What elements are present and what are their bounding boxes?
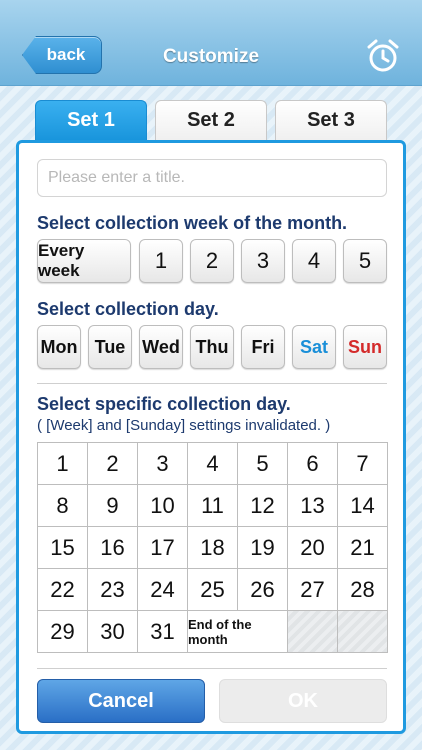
alarm-clock-icon[interactable] (366, 38, 400, 74)
tab-set-2[interactable]: Set 2 (155, 100, 267, 140)
calendar-day-cell[interactable]: 1 (38, 443, 88, 485)
day-mon-button[interactable]: Mon (37, 325, 81, 369)
calendar-day-cell[interactable]: 8 (38, 485, 88, 527)
calendar-day-cell[interactable]: 3 (138, 443, 188, 485)
calendar-day-cell[interactable]: 24 (138, 569, 188, 611)
nav-bar: back Customize (0, 0, 422, 86)
week-every-button[interactable]: Every week (37, 239, 131, 283)
calendar-day-cell[interactable]: 17 (138, 527, 188, 569)
cancel-button[interactable]: Cancel (37, 679, 205, 723)
calendar-day-cell[interactable]: 26 (238, 569, 288, 611)
calendar-day-cell[interactable]: 25 (188, 569, 238, 611)
week-3-button[interactable]: 3 (241, 239, 285, 283)
calendar-day-cell[interactable]: 10 (138, 485, 188, 527)
calendar-day-cell[interactable]: 5 (238, 443, 288, 485)
calendar-day-cell[interactable]: 30 (88, 611, 138, 653)
specific-section-note: ( [Week] and [Sunday] settings invalidat… (37, 417, 331, 434)
day-tue-button[interactable]: Tue (88, 325, 132, 369)
calendar-day-cell[interactable]: 31 (138, 611, 188, 653)
week-1-button[interactable]: 1 (139, 239, 183, 283)
divider (37, 383, 387, 384)
calendar-day-cell[interactable]: 28 (338, 569, 388, 611)
page-title: Customize (162, 46, 260, 67)
calendar-grid: 1 2 3 4 5 6 7 8 9 10 11 12 13 14 15 16 17 18 19 20 21 22 23 24 2… (37, 442, 388, 653)
day-wed-button[interactable]: Wed (139, 325, 183, 369)
divider (37, 668, 387, 669)
tab-set-1[interactable]: Set 1 (35, 100, 147, 140)
calendar-day-cell[interactable]: 13 (288, 485, 338, 527)
calendar-day-cell[interactable]: 19 (238, 527, 288, 569)
calendar-day-cell[interactable]: 2 (88, 443, 138, 485)
end-of-month-cell[interactable]: End of the month (188, 611, 288, 653)
day-fri-button[interactable]: Fri (241, 325, 285, 369)
day-section-label: Select collection day. (37, 299, 219, 319)
calendar-day-cell[interactable]: 12 (238, 485, 288, 527)
calendar-day-cell[interactable]: 29 (38, 611, 88, 653)
calendar-day-cell[interactable]: 16 (88, 527, 138, 569)
calendar-day-cell[interactable]: 15 (38, 527, 88, 569)
day-sun-button[interactable]: Sun (343, 325, 387, 369)
ok-button[interactable]: OK (219, 679, 387, 723)
week-4-button[interactable]: 4 (292, 239, 336, 283)
calendar-day-cell[interactable]: 4 (188, 443, 238, 485)
tab-set-3[interactable]: Set 3 (275, 100, 387, 140)
calendar-day-cell[interactable]: 9 (88, 485, 138, 527)
calendar-day-cell[interactable]: 20 (288, 527, 338, 569)
calendar-day-cell[interactable]: 21 (338, 527, 388, 569)
calendar-day-cell[interactable]: 7 (338, 443, 388, 485)
week-2-button[interactable]: 2 (190, 239, 234, 283)
calendar-day-cell[interactable]: 11 (188, 485, 238, 527)
day-thu-button[interactable]: Thu (190, 325, 234, 369)
calendar-day-cell[interactable]: 14 (338, 485, 388, 527)
week-5-button[interactable]: 5 (343, 239, 387, 283)
calendar-empty-cell (338, 611, 388, 653)
week-section-label: Select collection week of the month. (37, 213, 348, 233)
calendar-day-cell[interactable]: 27 (288, 569, 338, 611)
calendar-day-cell[interactable]: 23 (88, 569, 138, 611)
calendar-day-cell[interactable]: 18 (188, 527, 238, 569)
title-input[interactable] (37, 159, 387, 197)
settings-panel: Select collection week of the month. Eve… (16, 140, 406, 734)
specific-section-label: Select specific collection day. (37, 394, 291, 414)
day-sat-button[interactable]: Sat (292, 325, 336, 369)
calendar-day-cell[interactable]: 6 (288, 443, 338, 485)
calendar-day-cell[interactable]: 22 (38, 569, 88, 611)
calendar-empty-cell (288, 611, 338, 653)
